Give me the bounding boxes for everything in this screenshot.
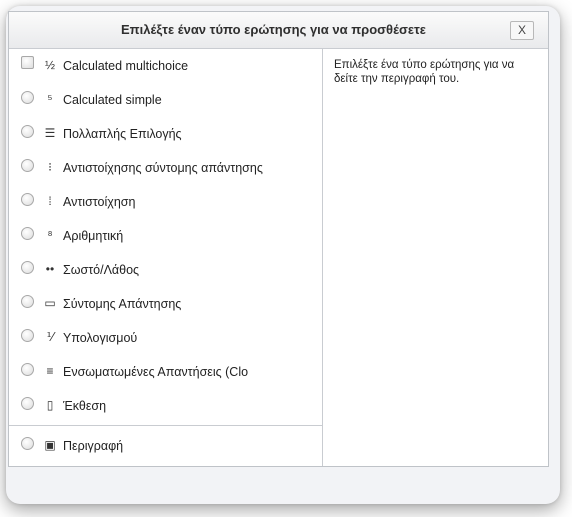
radio-button[interactable]	[21, 227, 34, 240]
cloze-icon: ≡	[46, 364, 54, 378]
question-type-option[interactable]: ▣ Περιγραφή	[9, 429, 322, 463]
question-type-option[interactable]: ⁞ Αντιστοίχηση	[9, 185, 322, 219]
shortanswer-icon: ▭	[44, 296, 56, 310]
radio-button[interactable]	[21, 397, 34, 410]
radio-button[interactable]	[21, 193, 34, 206]
multichoice-icon: ☰	[44, 126, 56, 140]
checkbox-icon[interactable]	[21, 56, 34, 69]
calculated-multichoice-icon: ½	[44, 58, 55, 72]
option-label: Περιγραφή	[63, 439, 124, 453]
list-divider	[9, 425, 322, 426]
question-type-option[interactable]: ⅟ Υπολογισμού	[9, 321, 322, 355]
calculated-icon: ⅟	[46, 330, 54, 344]
random-match-icon: ⁝	[48, 160, 52, 174]
question-type-option[interactable]: ▯ Έκθεση	[9, 389, 322, 423]
option-label: Calculated multichoice	[63, 59, 189, 73]
close-button[interactable]: X	[510, 21, 534, 40]
question-type-option[interactable]: ☰ Πολλαπλής Επιλογής	[9, 117, 322, 151]
description-icon: ▣	[44, 438, 56, 452]
numerical-icon: ⁸	[47, 228, 53, 242]
option-label: Σωστό/Λάθος	[63, 263, 140, 277]
essay-icon: ▯	[46, 398, 54, 412]
dialog-titlebar: Επιλέξτε έναν τύπο ερώτησης για να προσθ…	[9, 12, 548, 49]
calculated-simple-icon: ⁵	[47, 92, 53, 106]
option-label: Ενσωματωμένες Απαντήσεις (Clo	[63, 365, 249, 379]
option-label: Αντιστοίχησης σύντομης απάντησης	[63, 161, 263, 175]
radio-button[interactable]	[21, 437, 34, 450]
radio-button[interactable]	[21, 125, 34, 138]
question-type-option[interactable]: •• Σωστό/Λάθος	[9, 253, 322, 287]
option-label: Υπολογισμού	[63, 331, 138, 345]
dialog-title: Επιλέξτε έναν τύπο ερώτησης για να προσθ…	[121, 22, 426, 37]
description-panel: Επιλέξτε ένα τύπο ερώτησης για να δείτε …	[334, 59, 515, 85]
option-label: Έκθεση	[63, 399, 107, 413]
question-type-option[interactable]: ⁝ Αντιστοίχησης σύντομης απάντησης	[9, 151, 322, 185]
radio-button[interactable]	[21, 295, 34, 308]
option-label: Αντιστοίχηση	[63, 195, 136, 209]
question-type-option[interactable]: ⁸ Αριθμητική	[9, 219, 322, 253]
match-icon: ⁞	[48, 194, 52, 208]
radio-button[interactable]	[21, 91, 34, 104]
option-label: Αριθμητική	[63, 229, 124, 243]
truefalse-icon: ••	[45, 262, 55, 276]
question-type-list: ½ Calculated multichoice ⁵ Calculated si…	[9, 49, 323, 466]
radio-button[interactable]	[21, 329, 34, 342]
radio-button[interactable]	[21, 159, 34, 172]
radio-button[interactable]	[21, 363, 34, 376]
question-type-option[interactable]: ½ Calculated multichoice	[9, 49, 322, 83]
option-label: Σύντομης Απάντησης	[63, 297, 182, 311]
option-label: Πολλαπλής Επιλογής	[63, 127, 182, 141]
question-type-option[interactable]: ≡ Ενσωματωμένες Απαντήσεις (Clo	[9, 355, 322, 389]
radio-button[interactable]	[21, 261, 34, 274]
question-type-option[interactable]: ⁵ Calculated simple	[9, 83, 322, 117]
question-type-option[interactable]: ▭ Σύντομης Απάντησης	[9, 287, 322, 321]
question-type-chooser-dialog: Επιλέξτε έναν τύπο ερώτησης για να προσθ…	[8, 11, 549, 467]
option-label: Calculated simple	[63, 93, 162, 107]
